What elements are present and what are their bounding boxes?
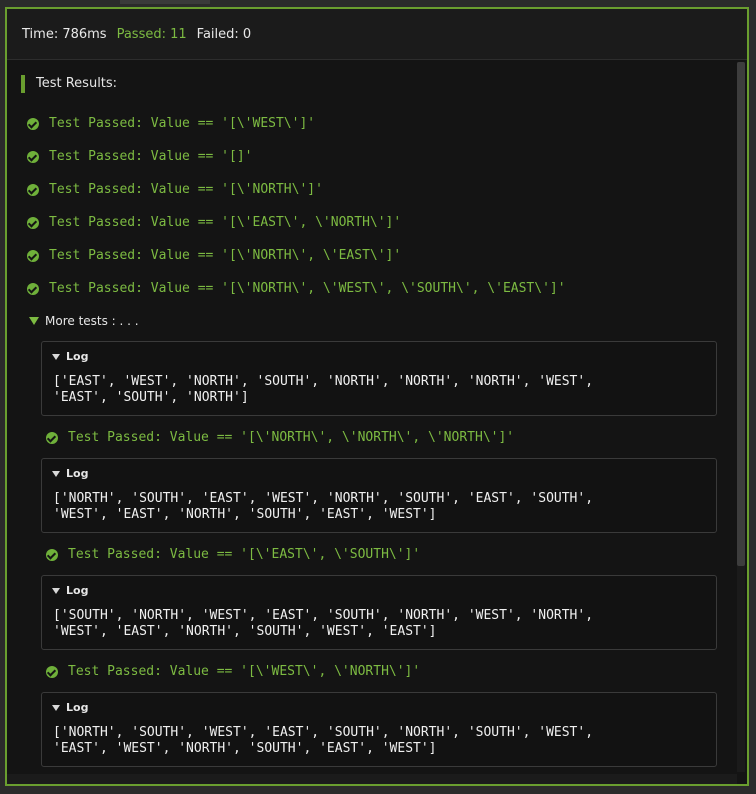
top-tab-indicator xyxy=(120,0,210,4)
test-result-text: Test Passed: Value == '[\'WEST\', \'NORT… xyxy=(68,664,421,679)
log-output: ['NORTH', 'SOUTH', 'EAST', 'WEST', 'NORT… xyxy=(53,491,594,522)
check-circle-icon xyxy=(27,150,39,163)
time-label: Time: 786ms xyxy=(22,26,107,42)
log-label: Log xyxy=(66,467,89,480)
log-label: Log xyxy=(66,584,89,597)
caret-down-icon xyxy=(29,317,39,325)
caret-down-icon xyxy=(52,353,60,360)
scrollbar-thumb[interactable] xyxy=(737,62,745,566)
check-circle-icon xyxy=(46,665,58,678)
log-panel: Log ['EAST', 'WEST', 'NORTH', 'SOUTH', '… xyxy=(41,341,717,416)
log-label: Log xyxy=(66,350,89,363)
test-result: Test Passed: Value == '[\'EAST\', \'NORT… xyxy=(27,215,401,230)
log-toggle[interactable]: Log xyxy=(52,584,88,597)
caret-down-icon xyxy=(52,704,60,711)
test-result-text: Test Passed: Value == '[\'NORTH\', \'WES… xyxy=(49,281,566,296)
test-result-text: Test Passed: Value == '[\'EAST\', \'SOUT… xyxy=(68,547,421,562)
passed-count: Passed: 11 xyxy=(116,26,187,42)
check-circle-icon xyxy=(27,117,39,130)
test-result-text: Test Passed: Value == '[\'WEST\']' xyxy=(49,116,316,131)
test-result: Test Passed: Value == '[\'NORTH\', \'NOR… xyxy=(46,430,514,445)
results-content: Test Results: Test Passed: Value == '[\'… xyxy=(7,60,735,784)
test-result: Test Passed: Value == '[\'NORTH\']' xyxy=(27,182,323,197)
test-result-text: Test Passed: Value == '[\'NORTH\', \'EAS… xyxy=(49,248,402,263)
caret-down-icon xyxy=(52,470,60,477)
log-output: ['EAST', 'WEST', 'NORTH', 'SOUTH', 'NORT… xyxy=(53,374,594,405)
vertical-scrollbar[interactable] xyxy=(737,62,745,772)
caret-down-icon xyxy=(52,587,60,594)
log-toggle[interactable]: Log xyxy=(52,467,88,480)
log-toggle[interactable]: Log xyxy=(52,350,88,363)
test-result: Test Passed: Value == '[\'WEST\']' xyxy=(27,116,315,131)
test-result-text: Test Passed: Value == '[]' xyxy=(49,149,253,164)
test-result: Test Passed: Value == '[\'WEST\', \'NORT… xyxy=(46,664,420,679)
failed-count: Failed: 0 xyxy=(196,26,252,42)
log-label: Log xyxy=(66,701,89,714)
check-circle-icon xyxy=(46,431,58,444)
test-result: Test Passed: Value == '[\'EAST\', \'SOUT… xyxy=(46,547,420,562)
test-result: Test Passed: Value == '[\'NORTH\', \'EAS… xyxy=(27,248,401,263)
test-result-text: Test Passed: Value == '[\'NORTH\']' xyxy=(49,182,323,197)
results-title: Test Results: xyxy=(21,75,117,93)
check-circle-icon xyxy=(27,249,39,262)
horizontal-scrollbar[interactable] xyxy=(7,774,737,784)
log-toggle[interactable]: Log xyxy=(52,701,88,714)
check-circle-icon xyxy=(27,282,39,295)
test-summary-header: Time: 786ms Passed: 11 Failed: 0 xyxy=(7,9,747,60)
log-panel: Log ['NORTH', 'SOUTH', 'WEST', 'EAST', '… xyxy=(41,692,717,767)
check-circle-icon xyxy=(27,183,39,196)
log-output: ['NORTH', 'SOUTH', 'WEST', 'EAST', 'SOUT… xyxy=(53,725,594,756)
check-circle-icon xyxy=(46,548,58,561)
log-panel: Log ['SOUTH', 'NORTH', 'WEST', 'EAST', '… xyxy=(41,575,717,650)
log-panel: Log ['NORTH', 'SOUTH', 'EAST', 'WEST', '… xyxy=(41,458,717,533)
check-circle-icon xyxy=(27,216,39,229)
more-tests-label: More tests : . . . xyxy=(45,314,139,328)
test-result-text: Test Passed: Value == '[\'EAST\', \'NORT… xyxy=(49,215,402,230)
test-result-text: Test Passed: Value == '[\'NORTH\', \'NOR… xyxy=(68,430,515,445)
log-output: ['SOUTH', 'NORTH', 'WEST', 'EAST', 'SOUT… xyxy=(53,608,594,639)
more-tests-toggle[interactable]: More tests : . . . xyxy=(29,314,139,328)
test-results-panel: Time: 786ms Passed: 11 Failed: 0 Test Re… xyxy=(5,7,749,786)
test-result: Test Passed: Value == '[]' xyxy=(27,149,253,164)
test-result: Test Passed: Value == '[\'NORTH\', \'WES… xyxy=(27,281,566,296)
